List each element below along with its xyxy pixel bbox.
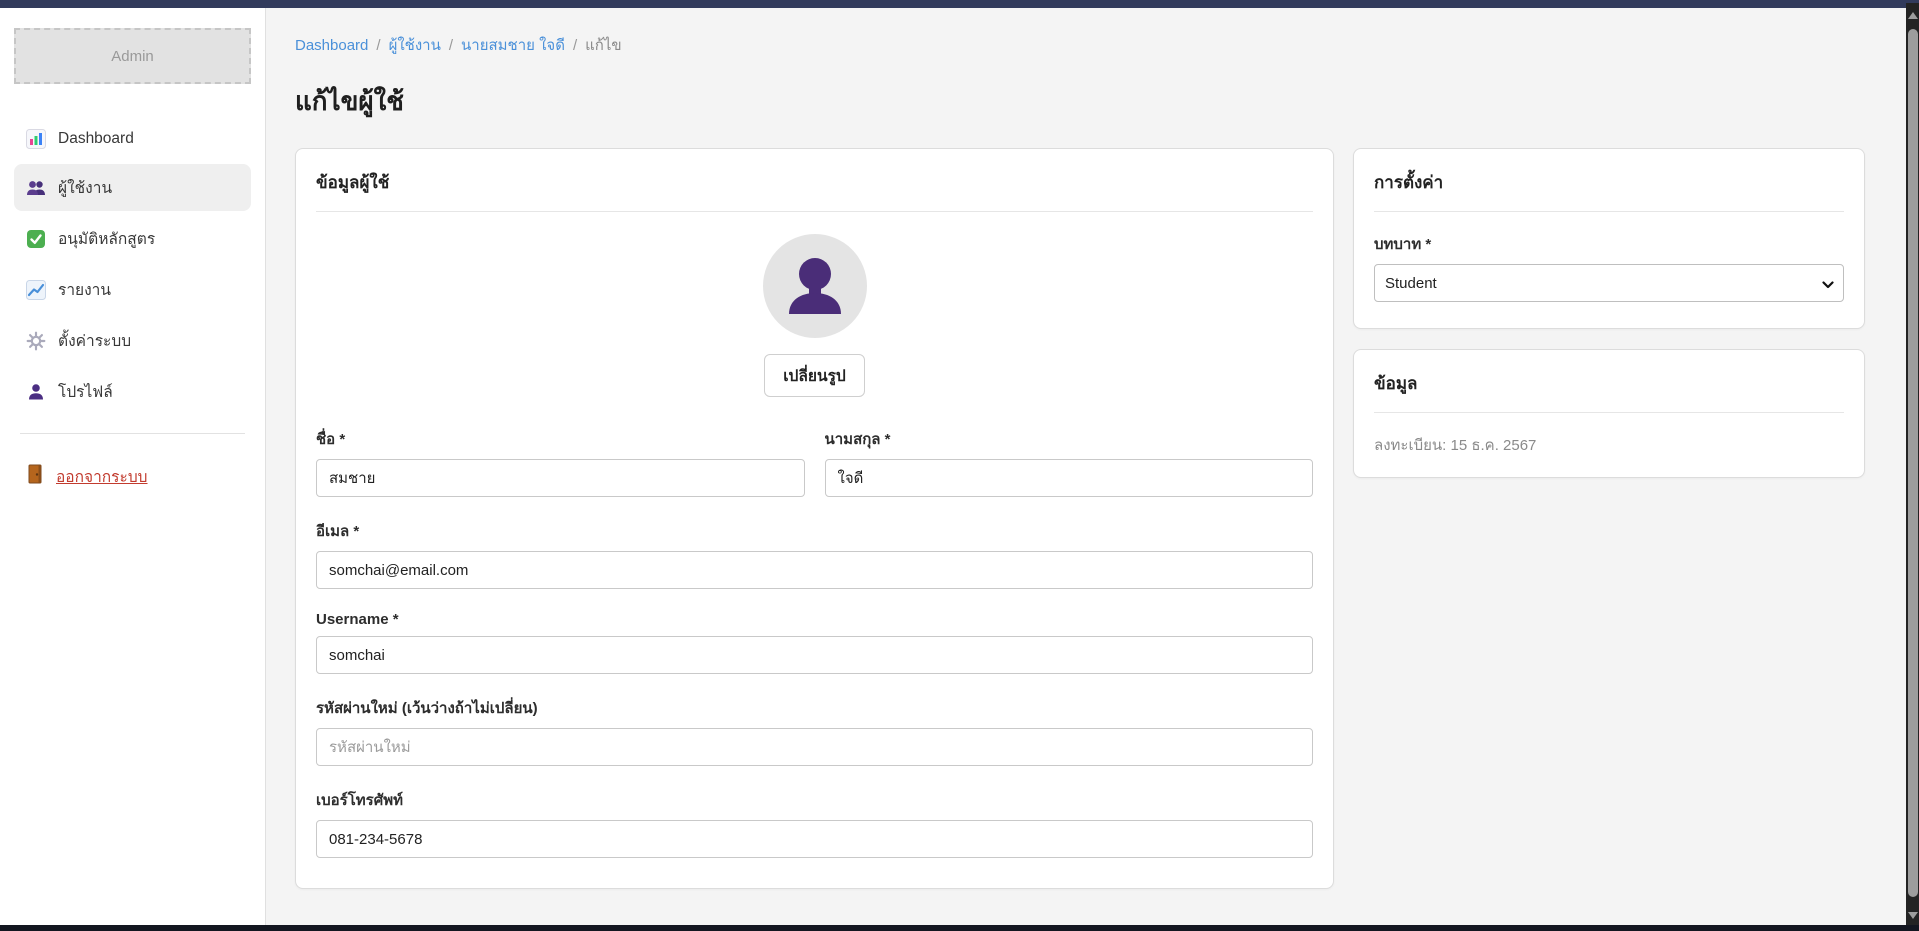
password-row: รหัสผ่านใหม่ (เว้นว่างถ้าไม่เปลี่ยน)	[316, 696, 1313, 766]
avatar	[763, 234, 867, 338]
card-title-user-info: ข้อมูลผู้ใช้	[316, 169, 1313, 196]
username-field[interactable]	[316, 636, 1313, 674]
username-row: Username *	[316, 611, 1313, 674]
sidebar-item-label: ผู้ใช้งาน	[58, 175, 112, 200]
settings-card: การตั้งค่า บทบาท * Student	[1353, 148, 1865, 329]
door-logout-icon	[26, 464, 44, 489]
sidebar-item-profile[interactable]: โปรไฟล์	[14, 368, 251, 415]
brand-label: Admin	[111, 48, 154, 65]
change-photo-button[interactable]: เปลี่ยนรูป	[764, 354, 864, 397]
sidebar-item-users[interactable]: ผู้ใช้งาน	[14, 164, 251, 211]
username-label: Username *	[316, 611, 1313, 628]
sidebar-item-label: ตั้งค่าระบบ	[58, 328, 131, 353]
scrollbar-down-arrow[interactable]	[1906, 907, 1919, 923]
card-divider	[1374, 412, 1844, 413]
person-silhouette-icon	[763, 234, 867, 338]
sidebar-divider	[20, 433, 245, 434]
sidebar-item-reports[interactable]: รายงาน	[14, 266, 251, 313]
name-row: ชื่อ * นามสกุล *	[316, 427, 1313, 497]
right-column: การตั้งค่า บทบาท * Student	[1353, 148, 1865, 478]
vertical-scrollbar[interactable]	[1906, 3, 1919, 925]
scrollbar-up-arrow[interactable]	[1906, 7, 1919, 23]
first-name-label: ชื่อ *	[316, 427, 805, 451]
window-bottom-bar	[0, 925, 1919, 931]
new-password-field[interactable]	[316, 728, 1313, 766]
report-chart-icon	[26, 280, 46, 300]
card-title-info: ข้อมูล	[1374, 370, 1844, 397]
sidebar-item-system-settings[interactable]: ตั้งค่าระบบ	[14, 317, 251, 364]
app-frame: Admin Dashboard	[0, 8, 1919, 925]
brand-placeholder: Admin	[14, 28, 251, 84]
registered-date-text: ลงทะเบียน: 15 ธ.ค. 2567	[1374, 433, 1844, 457]
sidebar-item-label: อนุมัติหลักสูตร	[58, 226, 155, 251]
role-label: บทบาท *	[1374, 232, 1844, 256]
last-name-label: นามสกุล *	[825, 427, 1314, 451]
approve-check-icon	[26, 229, 46, 249]
password-label: รหัสผ่านใหม่ (เว้นว่างถ้าไม่เปลี่ยน)	[316, 696, 1313, 720]
window-top-bar	[0, 0, 1919, 8]
scrollbar-thumb[interactable]	[1908, 29, 1918, 897]
phone-row: เบอร์โทรศัพท์	[316, 788, 1313, 858]
card-divider	[316, 211, 1313, 212]
breadcrumb-separator: /	[376, 37, 380, 54]
logout-button[interactable]: ออกจากระบบ	[14, 458, 251, 495]
sidebar-item-label: โปรไฟล์	[58, 379, 113, 404]
breadcrumb-current: แก้ไข	[585, 33, 622, 57]
logout-label: ออกจากระบบ	[56, 464, 148, 489]
breadcrumb-user-name[interactable]: นายสมชาย ใจดี	[461, 33, 565, 57]
user-info-card: ข้อมูลผู้ใช้ เปลี่ยนรูป ชื่อ *	[295, 148, 1334, 889]
profile-icon	[26, 382, 46, 402]
phone-field[interactable]	[316, 820, 1313, 858]
sidebar-item-label: Dashboard	[58, 130, 134, 148]
info-card: ข้อมูล ลงทะเบียน: 15 ธ.ค. 2567	[1353, 349, 1865, 478]
sidebar-item-approve-courses[interactable]: อนุมัติหลักสูตร	[14, 215, 251, 262]
main-content: Dashboard / ผู้ใช้งาน / นายสมชาย ใจดี / …	[266, 8, 1919, 925]
breadcrumb-dashboard[interactable]: Dashboard	[295, 37, 368, 54]
last-name-field[interactable]	[825, 459, 1314, 497]
first-name-field[interactable]	[316, 459, 805, 497]
users-icon	[26, 178, 46, 198]
gear-icon	[26, 331, 46, 351]
role-select[interactable]: Student	[1374, 264, 1844, 302]
sidebar-item-label: รายงาน	[58, 277, 111, 302]
dashboard-icon	[26, 129, 46, 149]
breadcrumb-separator: /	[573, 37, 577, 54]
avatar-block: เปลี่ยนรูป	[316, 234, 1313, 397]
phone-label: เบอร์โทรศัพท์	[316, 788, 1313, 812]
page-title: แก้ไขผู้ใช้	[295, 81, 1889, 122]
email-field[interactable]	[316, 551, 1313, 589]
card-title-settings: การตั้งค่า	[1374, 169, 1844, 196]
breadcrumb-separator: /	[449, 37, 453, 54]
breadcrumb: Dashboard / ผู้ใช้งาน / นายสมชาย ใจดี / …	[295, 33, 1889, 57]
sidebar-item-dashboard[interactable]: Dashboard	[14, 118, 251, 160]
sidebar-nav: Dashboard ผู้ใช้งาน	[14, 118, 251, 415]
breadcrumb-users[interactable]: ผู้ใช้งาน	[389, 33, 441, 57]
sidebar: Admin Dashboard	[0, 8, 266, 925]
email-label: อีเมล *	[316, 519, 1313, 543]
content-row: ข้อมูลผู้ใช้ เปลี่ยนรูป ชื่อ *	[295, 148, 1889, 889]
email-row: อีเมล *	[316, 519, 1313, 589]
role-select-wrap: Student	[1374, 264, 1844, 302]
card-divider	[1374, 211, 1844, 212]
